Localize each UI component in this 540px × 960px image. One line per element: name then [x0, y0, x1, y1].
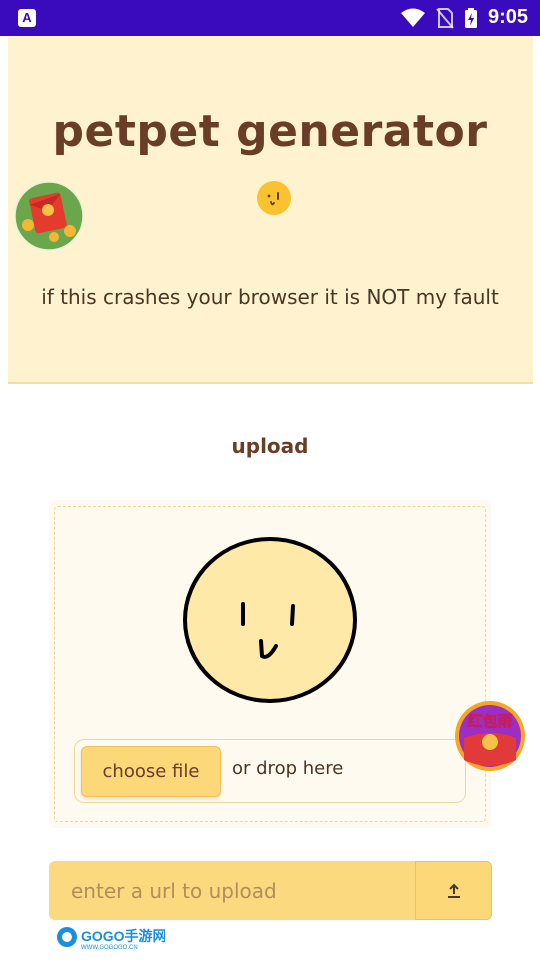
page-title: petpet generator [52, 106, 488, 157]
watermark-text: GOGO手游网 [81, 928, 165, 944]
url-input[interactable] [49, 861, 415, 920]
status-time: 9:05 [487, 6, 528, 28]
gogo-watermark-logo: GOGO手游网 WWW.GOGOGO.CN [57, 927, 165, 951]
red-packet-rain-badge-icon[interactable]: 红包雨 [454, 700, 526, 772]
page-subtitle: if this crashes your browser it is NOT m… [41, 285, 499, 309]
red-envelope-floating-icon[interactable] [14, 181, 84, 251]
app-notification-icon: A [18, 9, 36, 27]
smiley-face-icon [257, 181, 291, 215]
no-sim-icon [436, 7, 454, 29]
status-icons: 9:05 [400, 6, 528, 29]
upload-heading: upload [231, 434, 309, 458]
url-upload-button[interactable] [415, 861, 492, 920]
drop-hint-text: or drop here [232, 758, 344, 779]
choose-file-button[interactable]: choose file [81, 746, 221, 797]
image-preview [183, 537, 357, 703]
status-bar: A 9:05 [0, 0, 540, 36]
watermark-url: WWW.GOGOGO.CN [81, 945, 138, 951]
wifi-icon [400, 8, 425, 27]
badge-text: 红包雨 [467, 712, 512, 730]
upload-arrow-icon [447, 883, 460, 898]
battery-charging-icon [464, 7, 477, 28]
